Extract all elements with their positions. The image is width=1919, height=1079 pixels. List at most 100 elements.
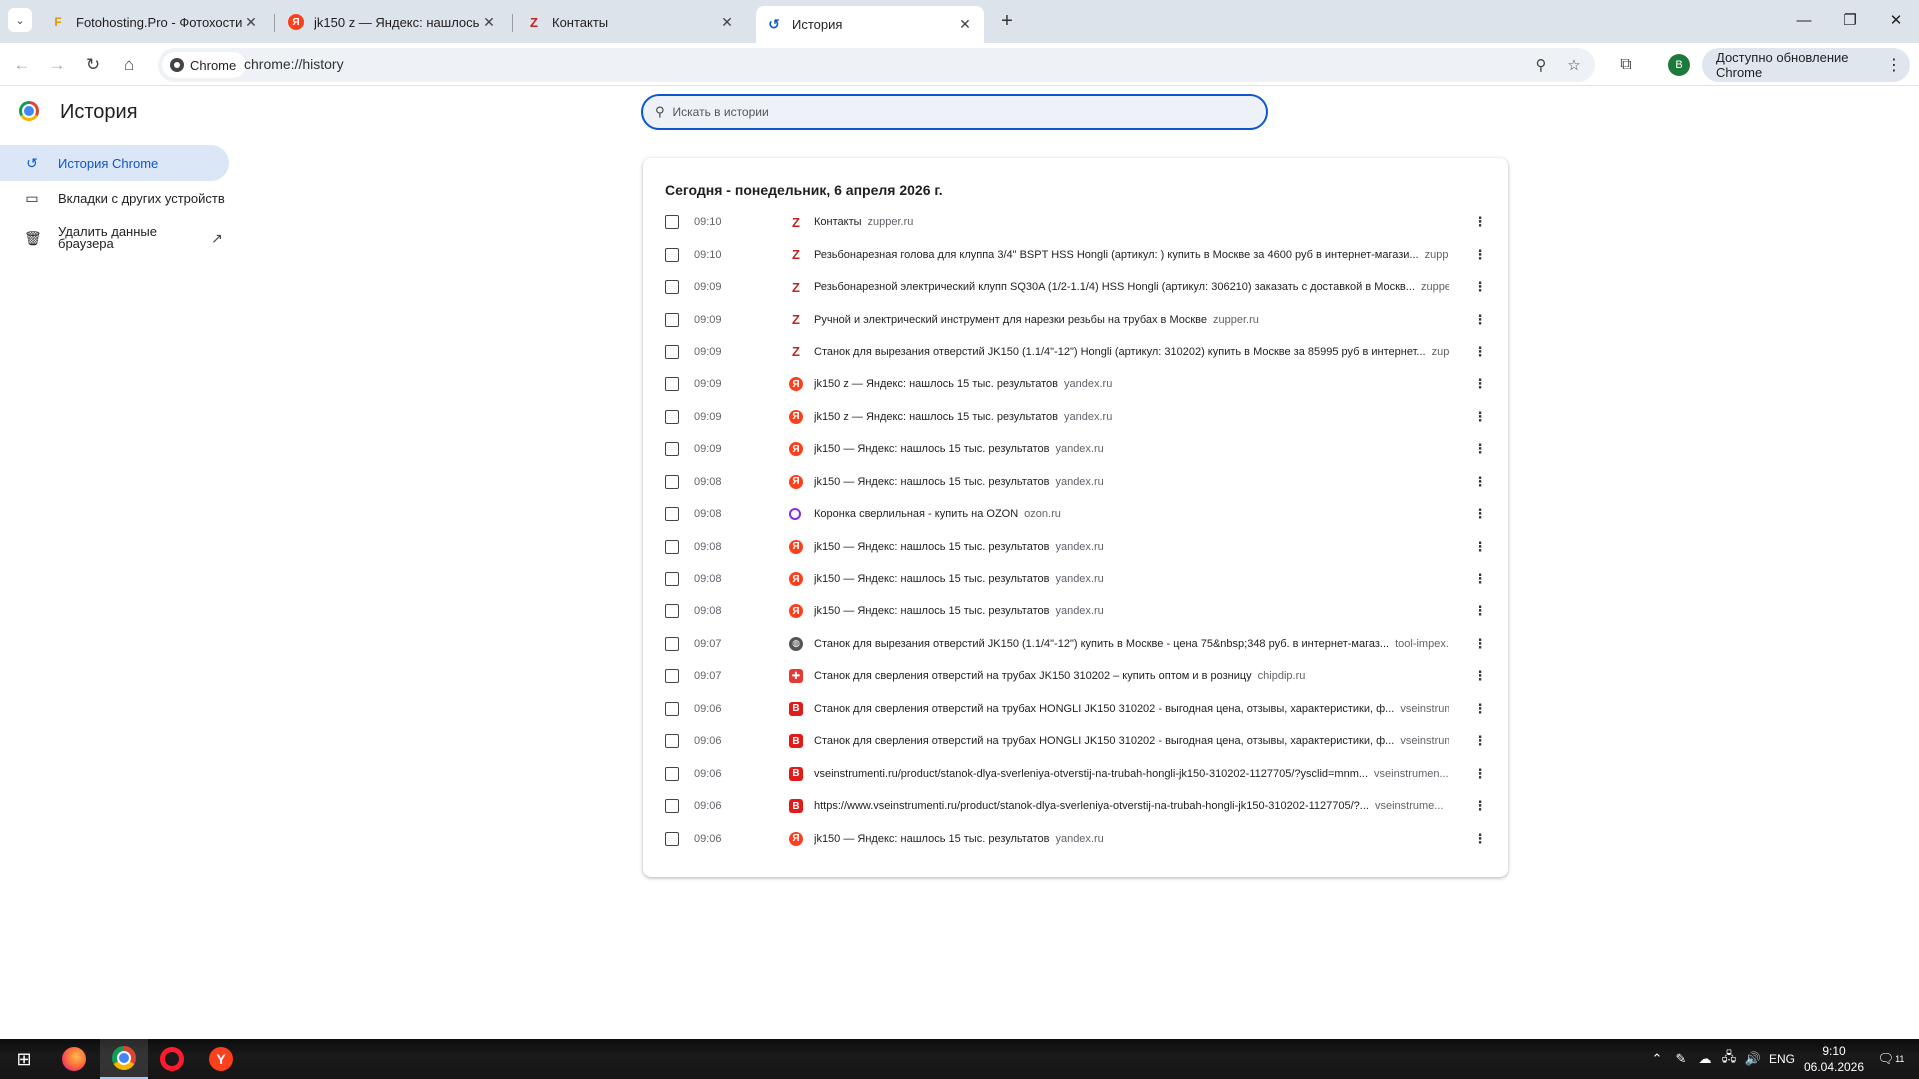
tab-contacts[interactable]: Z Контакты ✕ — [516, 6, 746, 38]
sidebar-item-clear-data[interactable]: 🗑 Удалить данные браузера ↗ — [0, 219, 229, 257]
history-entry-link[interactable]: jk150 — Яндекс: нашлось 15 тыс. результа… — [814, 605, 1449, 617]
row-checkbox[interactable] — [665, 247, 679, 262]
history-row[interactable]: 09:06 Яjk150 — Яндекс: нашлось 15 тыс. ре… — [643, 822, 1508, 854]
row-checkbox[interactable] — [665, 539, 679, 554]
home-button[interactable]: ⌂ — [115, 51, 143, 79]
history-entry-link[interactable]: jk150 z — Яндекс: нашлось 15 тыс. резуль… — [814, 378, 1449, 390]
history-row[interactable]: 09:08 Яjk150 — Яндекс: нашлось 15 тыс. ре… — [643, 530, 1508, 562]
more-actions-icon[interactable]: ⋮ — [1470, 409, 1490, 425]
history-entry-link[interactable]: Коронка сверлильная - купить на OZON ozon… — [814, 508, 1449, 520]
row-checkbox[interactable] — [665, 766, 679, 781]
entry-title[interactable]: Станок для вырезания отверстий JK150 (1.… — [814, 346, 1426, 358]
more-actions-icon[interactable]: ⋮ — [1470, 766, 1490, 782]
address-bar[interactable]: Chrome chrome://history ⚲ ☆ — [158, 48, 1595, 82]
forward-button[interactable]: → — [43, 51, 71, 79]
url-text[interactable]: chrome://history — [244, 56, 344, 72]
history-entry-link[interactable]: jk150 — Яндекс: нашлось 15 тыс. результа… — [814, 573, 1449, 585]
more-actions-icon[interactable]: ⋮ — [1470, 506, 1490, 522]
more-actions-icon[interactable]: ⋮ — [1470, 539, 1490, 555]
notifications-button[interactable]: 🗨 11 — [1876, 1039, 1906, 1079]
history-entry-link[interactable]: https://www.vseinstrumenti.ru/product/st… — [814, 800, 1449, 812]
history-row[interactable]: 09:08 Коронка сверлильная - купить на OZO… — [643, 498, 1508, 530]
entry-title[interactable]: jk150 — Яндекс: нашлось 15 тыс. результа… — [814, 443, 1049, 455]
bookmark-star-icon[interactable]: ☆ — [1562, 53, 1586, 77]
tray-chevron-up-icon[interactable]: ⌃ — [1647, 1039, 1667, 1079]
history-entry-link[interactable]: jk150 — Яндекс: нашлось 15 тыс. результа… — [814, 443, 1449, 455]
history-row[interactable]: 09:09 Z Резьбонарезной электрический клупп… — [643, 271, 1508, 303]
history-row[interactable]: 09:08 Яjk150 — Яндекс: нашлось 15 тыс. ре… — [643, 595, 1508, 627]
row-checkbox[interactable] — [665, 507, 679, 522]
close-window-button[interactable]: ✕ — [1873, 0, 1919, 40]
history-row[interactable]: 09:07 ◍ Станок для вырезания отверстий JK1… — [643, 628, 1508, 660]
entry-title[interactable]: https://www.vseinstrumenti.ru/product/st… — [814, 800, 1369, 812]
history-row[interactable]: 09:08 Яjk150 — Яндекс: нашлось 15 тыс. ре… — [643, 563, 1508, 595]
more-actions-icon[interactable]: ⋮ — [1470, 701, 1490, 717]
tab-search-button[interactable]: ⌄ — [8, 8, 32, 32]
history-entry-link[interactable]: Станок для вырезания отверстий JK150 (1.… — [814, 346, 1449, 358]
clock[interactable]: 9:10 06.04.2026 — [1800, 1043, 1868, 1075]
history-entry-link[interactable]: vseinstrumenti.ru/product/stanok-dlya-sv… — [814, 768, 1449, 780]
extensions-puzzle-icon[interactable]: ⧉ — [1612, 51, 1640, 79]
new-tab-button[interactable]: + — [995, 9, 1019, 33]
row-checkbox[interactable] — [665, 572, 679, 587]
entry-title[interactable]: Станок для сверления отверстий на трубах… — [814, 670, 1252, 682]
network-icon[interactable]: 🖧 — [1719, 1039, 1739, 1079]
history-entry-link[interactable]: Резьбонарезная голова для клуппа 3/4" BS… — [814, 249, 1449, 261]
row-checkbox[interactable] — [665, 604, 679, 619]
history-entry-link[interactable]: jk150 — Яндекс: нашлось 15 тыс. результа… — [814, 541, 1449, 553]
reload-button[interactable]: ↻ — [79, 51, 107, 79]
tab-yandex[interactable]: Я jk150 z — Яндекс: нашлось 15 ✕ — [278, 6, 508, 38]
more-actions-icon[interactable]: ⋮ — [1470, 474, 1490, 490]
history-entry-link[interactable]: jk150 — Яндекс: нашлось 15 тыс. результа… — [814, 476, 1449, 488]
more-actions-icon[interactable]: ⋮ — [1470, 603, 1490, 619]
update-chrome-button[interactable]: Доступно обновление Chrome ⋮ — [1702, 48, 1910, 82]
more-actions-icon[interactable]: ⋮ — [1470, 668, 1490, 684]
history-entry-link[interactable]: jk150 z — Яндекс: нашлось 15 тыс. резуль… — [814, 411, 1449, 423]
close-icon[interactable]: ✕ — [480, 13, 498, 31]
row-checkbox[interactable] — [665, 215, 679, 230]
row-checkbox[interactable] — [665, 312, 679, 327]
row-checkbox[interactable] — [665, 669, 679, 684]
row-checkbox[interactable] — [665, 799, 679, 814]
volume-icon[interactable]: 🔊 — [1743, 1039, 1763, 1079]
more-actions-icon[interactable]: ⋮ — [1470, 279, 1490, 295]
history-row[interactable]: 09:09 Z Ручной и электрический инструмент … — [643, 303, 1508, 335]
more-actions-icon[interactable]: ⋮ — [1470, 312, 1490, 328]
minimize-button[interactable]: — — [1781, 0, 1827, 40]
history-row[interactable]: 09:06 В Станок для сверления отверстий на … — [643, 693, 1508, 725]
history-search[interactable]: ⚲ — [641, 94, 1268, 130]
more-actions-icon[interactable]: ⋮ — [1470, 376, 1490, 392]
language-indicator[interactable]: ENG — [1767, 1039, 1797, 1079]
cloud-sync-icon[interactable]: ☁ — [1695, 1039, 1715, 1079]
history-entry-link[interactable]: Станок для вырезания отверстий JK150 (1.… — [814, 638, 1449, 650]
entry-title[interactable]: jk150 — Яндекс: нашлось 15 тыс. результа… — [814, 605, 1049, 617]
entry-title[interactable]: Коронка сверлильная - купить на OZON — [814, 508, 1018, 520]
entry-title[interactable]: Станок для сверления отверстий на трубах… — [814, 703, 1394, 715]
entry-title[interactable]: jk150 — Яндекс: нашлось 15 тыс. результа… — [814, 541, 1049, 553]
taskbar-firefox[interactable] — [50, 1039, 98, 1079]
close-icon[interactable]: ✕ — [718, 13, 736, 31]
sidebar-item-other-devices[interactable]: ▭ Вкладки с других устройств — [0, 180, 229, 216]
sidebar-item-chrome-history[interactable]: ↺ История Chrome — [0, 145, 229, 181]
entry-title[interactable]: Резьбонарезная голова для клуппа 3/4" BS… — [814, 249, 1419, 261]
zoom-search-icon[interactable]: ⚲ — [1529, 53, 1553, 77]
entry-title[interactable]: Станок для сверления отверстий на трубах… — [814, 735, 1394, 747]
back-button[interactable]: ← — [8, 51, 36, 79]
history-entry-link[interactable]: Станок для сверления отверстий на трубах… — [814, 703, 1449, 715]
taskbar-chrome[interactable] — [100, 1039, 148, 1079]
tab-fotohosting[interactable]: F Fotohosting.Pro - Фотохостинг ✕ — [40, 6, 270, 38]
history-row[interactable]: 09:09 Z Станок для вырезания отверстий JK1… — [643, 336, 1508, 368]
entry-title[interactable]: Контакты — [814, 216, 862, 228]
row-checkbox[interactable] — [665, 474, 679, 489]
row-checkbox[interactable] — [665, 701, 679, 716]
row-checkbox[interactable] — [665, 734, 679, 749]
row-checkbox[interactable] — [665, 344, 679, 359]
more-actions-icon[interactable]: ⋮ — [1470, 636, 1490, 652]
pen-icon[interactable]: ✎ — [1671, 1039, 1691, 1079]
entry-title[interactable]: Станок для вырезания отверстий JK150 (1.… — [814, 638, 1389, 650]
row-checkbox[interactable] — [665, 442, 679, 457]
history-entry-link[interactable]: Станок для сверления отверстий на трубах… — [814, 735, 1449, 747]
history-row[interactable]: 09:08 Яjk150 — Яндекс: нашлось 15 тыс. ре… — [643, 466, 1508, 498]
entry-title[interactable]: jk150 z — Яндекс: нашлось 15 тыс. резуль… — [814, 378, 1058, 390]
row-checkbox[interactable] — [665, 280, 679, 295]
